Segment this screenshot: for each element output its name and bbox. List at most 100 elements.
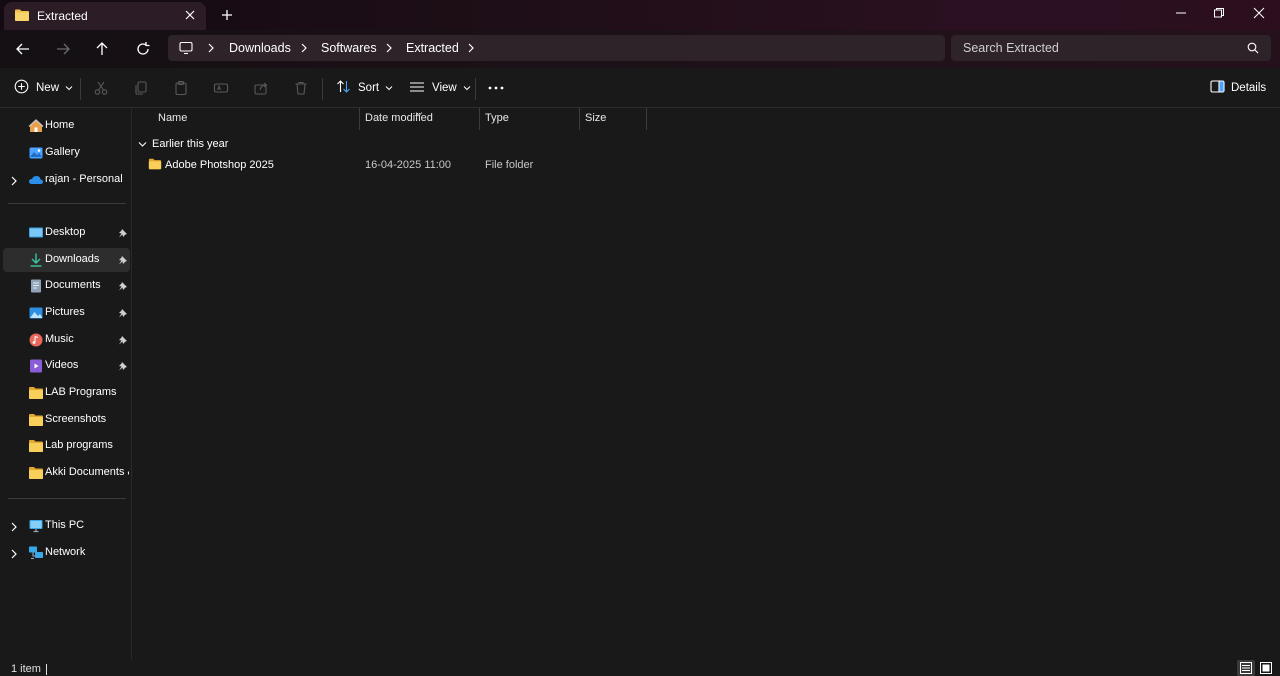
table-row[interactable]: Adobe Photshop 2025 16-04-2025 11:00 Fil… <box>138 155 648 175</box>
close-window-icon[interactable] <box>1248 4 1270 22</box>
command-bar: New Sort View Details <box>0 68 1280 108</box>
search-input[interactable]: Search Extracted <box>963 41 1059 55</box>
more-options-icon[interactable] <box>488 78 504 98</box>
pin-icon[interactable] <box>118 334 128 348</box>
sidebar-item-documents[interactable]: Documents <box>3 274 130 298</box>
paste-icon[interactable] <box>173 78 189 98</box>
search-box[interactable]: Search Extracted <box>951 35 1271 61</box>
file-name: Adobe Photshop 2025 <box>165 159 274 171</box>
up-icon[interactable] <box>91 39 113 59</box>
chevron-right-icon[interactable] <box>10 175 18 189</box>
sidebar-item-label: Screenshots <box>45 413 107 425</box>
group-label: Earlier this year <box>152 138 229 150</box>
folder-icon <box>28 412 44 428</box>
sidebar-item-onedrive[interactable]: rajan - Personal <box>3 168 130 192</box>
view-button[interactable]: View <box>409 78 471 98</box>
pin-icon[interactable] <box>118 280 128 294</box>
sidebar-item-label: Pictures <box>45 306 85 318</box>
network-icon <box>28 545 44 561</box>
column-header-name[interactable]: Name <box>158 112 187 134</box>
chevron-right-icon[interactable] <box>206 41 216 58</box>
sidebar-item-label: Videos <box>45 359 79 371</box>
search-icon[interactable] <box>1246 41 1260 58</box>
tab-title: Extracted <box>37 9 88 23</box>
forward-icon[interactable] <box>52 39 74 59</box>
chevron-down-icon <box>463 82 471 94</box>
chevron-right-icon[interactable] <box>466 41 476 58</box>
back-icon[interactable] <box>12 39 34 59</box>
close-tab-icon[interactable] <box>182 7 198 23</box>
pin-icon[interactable] <box>118 307 128 321</box>
column-divider[interactable] <box>579 108 580 130</box>
sidebar-item-label: This PC <box>45 519 85 531</box>
column-header-size[interactable]: Size <box>585 112 606 134</box>
file-date-modified: 16-04-2025 11:00 <box>365 159 452 171</box>
sidebar-item-screenshots[interactable]: Screenshots <box>3 408 130 432</box>
sidebar-item-label: Desktop <box>45 226 86 238</box>
divider <box>8 203 126 204</box>
chevron-right-icon[interactable] <box>384 41 394 58</box>
tab-extracted[interactable]: Extracted <box>4 2 206 30</box>
column-divider[interactable] <box>479 108 480 130</box>
rename-icon[interactable] <box>213 78 229 98</box>
sidebar-item-desktop[interactable]: Desktop <box>3 221 130 245</box>
details-label: Details <box>1231 82 1267 94</box>
details-view-icon[interactable] <box>1237 660 1255 676</box>
breadcrumb-softwares[interactable]: Softwares <box>321 41 377 55</box>
sidebar-item-this-pc[interactable]: This PC <box>3 514 130 538</box>
chevron-down-icon <box>65 82 73 94</box>
sort-button[interactable]: Sort <box>336 78 393 98</box>
sidebar-item-network[interactable]: Network <box>3 541 130 565</box>
delete-icon[interactable] <box>293 78 309 98</box>
details-pane-button[interactable]: Details <box>1210 78 1266 98</box>
sidebar-item-pictures[interactable]: Pictures <box>3 301 130 325</box>
pin-icon[interactable] <box>118 360 128 374</box>
chevron-down-icon <box>385 82 393 94</box>
new-button[interactable]: New <box>14 78 73 98</box>
new-label: New <box>36 82 60 94</box>
sidebar-item-gallery[interactable]: Gallery <box>3 141 130 165</box>
sidebar-item-home[interactable]: Home <box>3 114 130 138</box>
address-bar[interactable]: Downloads Softwares Extracted <box>168 35 945 61</box>
sidebar-item-lab-programs-2[interactable]: Lab programs <box>3 434 130 458</box>
sidebar-item-akki-documents[interactable]: Akki Documents & <box>3 461 130 485</box>
share-icon[interactable] <box>253 78 269 98</box>
folder-icon <box>28 465 44 481</box>
chevron-right-icon[interactable] <box>10 521 18 535</box>
navigation-pane: Home Gallery rajan - Personal Desktop Do… <box>0 108 132 660</box>
column-header-date-modified[interactable]: Date modified <box>365 112 433 134</box>
breadcrumb-extracted[interactable]: Extracted <box>406 41 459 55</box>
column-divider[interactable] <box>359 108 360 130</box>
copy-icon[interactable] <box>133 78 149 98</box>
minimize-icon[interactable] <box>1170 4 1192 22</box>
sidebar-item-downloads[interactable]: Downloads <box>3 248 130 272</box>
title-bar: Extracted <box>0 0 1280 30</box>
folder-icon <box>28 385 44 401</box>
pin-icon[interactable] <box>118 254 128 268</box>
chevron-down-icon[interactable] <box>138 141 147 148</box>
sort-icon <box>336 79 351 97</box>
pin-icon[interactable] <box>118 227 128 241</box>
breadcrumb-downloads[interactable]: Downloads <box>229 41 291 55</box>
column-divider[interactable] <box>646 108 647 130</box>
refresh-icon[interactable] <box>132 39 154 59</box>
restore-icon[interactable] <box>1208 4 1230 22</box>
navigation-bar: Downloads Softwares Extracted Search Ext… <box>0 30 1280 68</box>
music-icon <box>28 332 44 348</box>
cut-icon[interactable] <box>93 78 109 98</box>
large-icons-view-icon[interactable] <box>1257 660 1275 676</box>
this-pc-icon[interactable] <box>178 40 194 59</box>
column-header-type[interactable]: Type <box>485 112 509 134</box>
sidebar-item-videos[interactable]: Videos <box>3 354 130 378</box>
pictures-icon <box>28 305 44 321</box>
sidebar-item-label: Akki Documents & <box>45 466 129 478</box>
folder-icon <box>15 9 29 24</box>
sidebar-item-music[interactable]: Music <box>3 328 130 352</box>
sidebar-item-label: Gallery <box>45 146 80 158</box>
folder-icon <box>28 438 44 454</box>
chevron-right-icon[interactable] <box>10 548 18 562</box>
sidebar-item-lab-programs[interactable]: LAB Programs <box>3 381 130 405</box>
new-tab-icon[interactable] <box>218 6 236 24</box>
chevron-right-icon[interactable] <box>299 41 309 58</box>
group-header[interactable]: Earlier this year <box>138 137 228 151</box>
